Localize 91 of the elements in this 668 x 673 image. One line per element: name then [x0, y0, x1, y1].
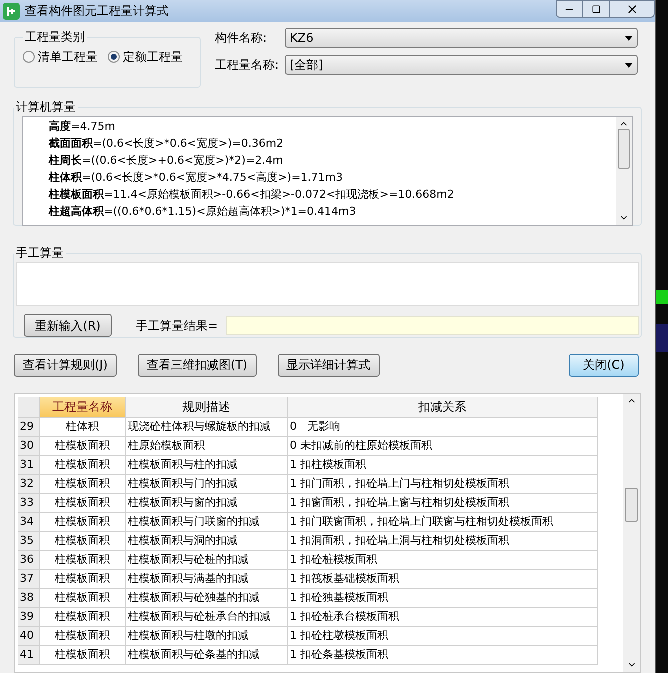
- table-cell: 柱模板面积与砼桩承台的扣减: [126, 608, 288, 626]
- row-number: 40: [18, 626, 40, 646]
- table-cell: 柱模板面积与砼桩的扣减: [126, 550, 288, 570]
- table-cell: 柱模板面积: [40, 494, 126, 512]
- table-cell: 柱模板面积与洞的扣减: [126, 532, 288, 550]
- close-icon[interactable]: [610, 0, 655, 18]
- formula-line: 柱周长=((0.6<长度>+0.6<宽度>)*2)=2.4m: [49, 153, 284, 169]
- highlight-bar: [656, 290, 668, 304]
- table-cell: 1 扣筏板基础模板面积: [288, 570, 598, 588]
- row-number: 39: [18, 608, 40, 626]
- row-number: 30: [18, 436, 40, 456]
- radio-option[interactable]: 定额工程量: [108, 48, 183, 66]
- table-cell: 1 扣门面积，扣砼墙上门与柱相切处模板面积: [288, 474, 598, 494]
- table-cell: 柱模板面积: [40, 532, 126, 550]
- maximize-icon[interactable]: [583, 0, 610, 18]
- row-number: 35: [18, 532, 40, 550]
- row-number: 33: [18, 494, 40, 512]
- column-header[interactable]: 工程量名称: [40, 396, 126, 418]
- dropdown-field[interactable]: [全部]: [285, 55, 638, 75]
- table-cell: 1 扣门联窗面积，扣砼墙上门联窗与柱相切处模板面积: [288, 512, 598, 532]
- table-cell: 柱体积: [40, 418, 126, 436]
- result-label: 手工算量结果=: [136, 318, 218, 334]
- action-button[interactable]: 重新输入(R): [24, 314, 112, 337]
- table-cell: 柱模板面积: [40, 456, 126, 474]
- table-cell: 柱模板面积与柱的扣减: [126, 456, 288, 474]
- row-number: 32: [18, 474, 40, 494]
- result-field[interactable]: [226, 316, 639, 335]
- table-cell: 柱模板面积: [40, 570, 126, 588]
- table-cell: 1 扣砼条基模板面积: [288, 646, 598, 664]
- scrollbar[interactable]: [623, 394, 640, 672]
- table-cell: 柱模板面积与门的扣减: [126, 474, 288, 494]
- group-title: 计算机算量: [15, 99, 77, 116]
- row-number: 41: [18, 646, 40, 664]
- table-cell: 1 扣砼桩模板面积: [288, 550, 598, 570]
- table-cell: 1 扣砼柱墩模板面积: [288, 626, 598, 646]
- group-title: 工程量类别: [24, 29, 86, 46]
- dropdown-arrow-icon: [625, 36, 633, 40]
- formula-line: 柱体积=(0.6<长度>*0.6<宽度>*4.75<高度>)=1.71m3: [49, 170, 344, 186]
- action-button[interactable]: 查看计算规则(J): [14, 354, 117, 376]
- row-number: 29: [18, 418, 40, 436]
- table-cell: 1 扣砼独基模板面积: [288, 588, 598, 608]
- manual-input-area[interactable]: [16, 262, 639, 306]
- column-header[interactable]: 规则描述: [126, 396, 288, 418]
- formula-line: 高度=4.75m: [49, 119, 116, 135]
- formula-line: 柱模板面积=11.4<原始模板面积>-0.66<扣梁>-0.072<扣现浇板>=10.668m2: [49, 187, 456, 203]
- table-cell: 柱模板面积: [40, 588, 126, 608]
- table-cell: 柱模板面积: [40, 608, 126, 626]
- field-label: 构件名称:: [215, 30, 268, 47]
- table-cell: 0 无影响: [288, 418, 598, 436]
- panel-strip: [656, 324, 668, 352]
- formula-text-area[interactable]: 高度=4.75m 截面面积=(0.6<长度>*0.6<宽度>)=0.36m2 柱周长=((0.6<长度>+0.6<宽度>)*2)=2.4m 柱体积=(0.6<长度>*0.6<宽度>*4.75<高度>)=1.71m3 柱模板面积=11.4<原始模板面积>-0.66<扣梁>-0.072<扣现浇板>=10.668m2 柱超高体积=((0.6*0.6*1.15)<原始超高体积>)*1=0.414m3: [22, 116, 633, 226]
- table-cell: 1 扣窗面积，扣砼墙上窗与柱相切处模板面积: [288, 494, 598, 512]
- row-number: 34: [18, 512, 40, 532]
- action-button[interactable]: 显示详细计算式: [278, 354, 380, 376]
- table-cell: 1 扣柱模板面积: [288, 456, 598, 474]
- table-cell: 1 扣砼桩承台模板面积: [288, 608, 598, 626]
- table-cell: 柱模板面积: [40, 474, 126, 494]
- table-cell: 柱模板面积: [40, 646, 126, 664]
- field-label: 工程量名称:: [215, 57, 279, 74]
- table-cell: 柱模板面积: [40, 626, 126, 646]
- table-cell: 柱模板面积: [40, 512, 126, 532]
- table-cell: 柱模板面积与砼独基的扣减: [126, 588, 288, 608]
- row-number: 36: [18, 550, 40, 570]
- row-number: 31: [18, 456, 40, 474]
- table-cell: 柱模板面积与满基的扣减: [126, 570, 288, 588]
- table-cell: 柱模板面积与门联窗的扣减: [126, 512, 288, 532]
- formula-line: 柱超高体积=((0.6*0.6*1.15)<原始超高体积>)*1=0.414m3: [49, 204, 358, 220]
- app-logo-icon: [3, 2, 20, 20]
- table-cell: 现浇砼柱体积与螺旋板的扣减: [126, 418, 288, 436]
- table-cell: 柱模板面积: [40, 550, 126, 570]
- table-cell: 柱模板面积: [40, 436, 126, 456]
- table-cell: 1 扣洞面积，扣砼墙上洞与柱相切处模板面积: [288, 532, 598, 550]
- dropdown-arrow-icon: [625, 62, 633, 68]
- table-cell: 0 未扣减前的柱原始模板面积: [288, 436, 598, 456]
- column-header[interactable]: 扣减关系: [288, 396, 598, 418]
- close-button[interactable]: 关闭(C): [569, 354, 639, 376]
- table-cell: 柱原始模板面积: [126, 436, 288, 456]
- dropdown-field[interactable]: KZ6: [285, 28, 638, 48]
- table-cell: 柱模板面积与柱墩的扣减: [126, 626, 288, 646]
- scrollbar[interactable]: [616, 117, 632, 225]
- table-cell: 柱模板面积与窗的扣减: [126, 494, 288, 512]
- scroll-thumb[interactable]: [618, 129, 630, 169]
- row-number: 37: [18, 570, 40, 588]
- window-title: 查看构件图元工程量计算式: [25, 3, 169, 20]
- action-button[interactable]: 查看三维扣减图(T): [138, 354, 257, 376]
- row-number: 38: [18, 588, 40, 608]
- radio-option[interactable]: 清单工程量: [23, 48, 98, 66]
- group-title: 手工算量: [15, 245, 65, 262]
- formula-line: 截面面积=(0.6<长度>*0.6<宽度>)=0.36m2: [49, 136, 285, 152]
- scroll-thumb[interactable]: [625, 488, 638, 522]
- table-cell: 柱模板面积与砼条基的扣减: [126, 646, 288, 664]
